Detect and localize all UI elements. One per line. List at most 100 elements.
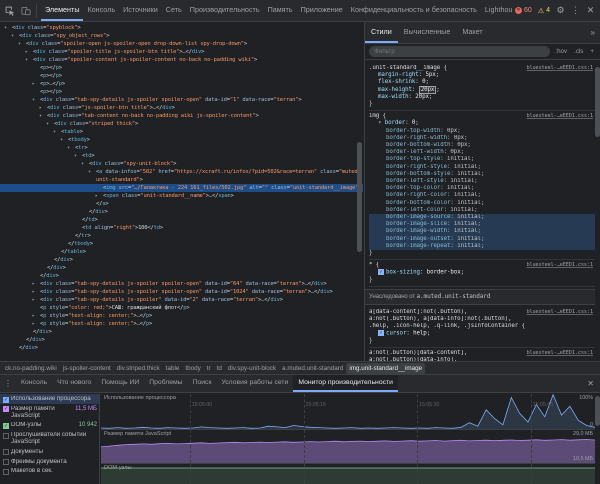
collapse-arrow-icon[interactable]: ▾	[46, 120, 49, 128]
dom-tree-row[interactable]: <p></p>	[0, 88, 363, 96]
dom-tree-row[interactable]: ▾<div class="tab-content no-back no-padd…	[0, 112, 363, 120]
inspect-element-icon[interactable]	[2, 3, 17, 19]
top-tab-консоль[interactable]: Консоль	[83, 0, 119, 21]
dom-tree-row[interactable]: ▸<p style="text-align: center;">…</p>	[0, 312, 363, 320]
dom-tree-row[interactable]: ▸<div class="tab-spy-details js-spoiler"…	[0, 296, 363, 304]
metric-checkbox-checked-icon[interactable]: ✓	[3, 397, 9, 403]
css-source-link[interactable]: bluesteel-…eEED1.css:1	[526, 113, 595, 120]
css-property[interactable]: border-right-width: 0px;	[369, 135, 595, 142]
styles-tab-стили[interactable]: Стили	[365, 22, 398, 43]
metric-checkbox-checked-icon[interactable]: ✓	[3, 423, 9, 429]
metric-checkbox-icon[interactable]	[3, 449, 9, 455]
expand-arrow-icon[interactable]: ▸	[32, 296, 35, 304]
kebab-menu-icon[interactable]: ⋮	[568, 3, 583, 19]
css-property[interactable]: border-image-outset: initial;	[369, 236, 595, 243]
expand-arrow-icon[interactable]: ▸	[95, 192, 98, 200]
dom-tree-row[interactable]: ▾<table>	[0, 128, 363, 136]
css-property[interactable]: border-image-width: initial;	[369, 228, 595, 235]
css-selector[interactable]: * {	[369, 262, 526, 269]
dom-tree-row[interactable]: ▸<div class="spoiler-title js-spoiler-bt…	[0, 48, 363, 56]
drawer-tab-консоль[interactable]: Консоль	[16, 375, 52, 392]
breadcrumb-item[interactable]: tr	[204, 363, 214, 374]
close-devtools-icon[interactable]: ✕	[583, 3, 598, 19]
css-property[interactable]: ✓box-sizing: border-box;	[369, 269, 595, 277]
drawer-tab-поиск[interactable]: Поиск	[188, 375, 217, 392]
top-tab-элементы[interactable]: Элементы	[41, 0, 83, 21]
drawer-kebab-icon[interactable]: ⋮	[0, 375, 16, 392]
dom-tree-row[interactable]: </a>	[0, 200, 363, 208]
css-selector[interactable]: img {	[369, 113, 526, 120]
drawer-tab-помощь-ии[interactable]: Помощь ИИ	[96, 375, 144, 392]
expand-arrow-icon[interactable]: ▸	[39, 104, 42, 112]
collapse-arrow-icon[interactable]: ▾	[88, 168, 91, 176]
top-tab-сеть[interactable]: Сеть	[162, 0, 186, 21]
metric-item-использование-процессора[interactable]: ✓Использование процессора	[0, 394, 99, 404]
more-tabs-icon[interactable]: »	[586, 22, 600, 43]
dom-tree-row[interactable]: </div>	[0, 256, 363, 264]
expand-arrow-icon[interactable]: ▸	[25, 48, 28, 56]
dom-tree-row[interactable]: ▾<tr>	[0, 144, 363, 152]
property-checkbox-icon[interactable]: ✓	[378, 330, 384, 336]
metric-checkbox-icon[interactable]	[3, 469, 9, 475]
css-property[interactable]: border-top-style: initial;	[369, 156, 595, 163]
css-property[interactable]: ✓cursor: help;	[369, 330, 595, 338]
expand-arrow-icon[interactable]: ▸	[32, 320, 35, 328]
metric-item-размер-памяти-javascript[interactable]: ✓Размер памяти JavaScript11,5 МБ	[0, 404, 99, 421]
dom-tree-row[interactable]: </div>	[0, 208, 363, 216]
dom-tree-row[interactable]: ▾<div class="spoiler-open js-spoiler-ope…	[0, 40, 363, 48]
css-selector[interactable]: a:not(.button)[data-content],	[369, 350, 526, 357]
css-source-link[interactable]: bluesteel-…eEED1.css:1	[526, 309, 595, 316]
collapse-arrow-icon[interactable]: ▾	[11, 32, 14, 40]
drawer-scrollbar[interactable]	[595, 396, 600, 426]
collapse-arrow-icon[interactable]: ▾	[67, 144, 70, 152]
top-tab-конфиденциальность-и-безопасность[interactable]: Конфиденциальность и безопасность	[347, 0, 481, 21]
collapse-arrow-icon[interactable]: ▾	[74, 152, 77, 160]
css-property[interactable]: border-right-style: initial;	[369, 164, 595, 171]
dom-tree-row[interactable]: </div>	[0, 272, 363, 280]
collapse-arrow-icon[interactable]: ▾	[39, 112, 42, 120]
dom-tree-row[interactable]: ▾<div class="tab-spy-details js-spoiler …	[0, 96, 363, 104]
css-property[interactable]: border-image-source: initial;	[369, 214, 595, 221]
device-toolbar-icon[interactable]	[18, 3, 33, 19]
css-property[interactable]: flex-shrink: 0;	[369, 79, 595, 86]
css-property[interactable]: border-left-width: 0px;	[369, 149, 595, 156]
drawer-tab-что-нового[interactable]: Что нового	[52, 375, 96, 392]
collapse-arrow-icon[interactable]: ▾	[4, 24, 7, 32]
dom-tree-row[interactable]: ▾<div class="spy-unit-block">	[0, 160, 363, 168]
dom-tree-row[interactable]: ▾<div class="spoiler-content js-spoiler-…	[0, 56, 363, 64]
expand-arrow-icon[interactable]: ▸	[32, 288, 35, 296]
css-property[interactable]: border-bottom-color: initial;	[369, 200, 595, 207]
dom-tree-row[interactable]: </div>	[0, 336, 363, 344]
styles-filter-input[interactable]	[369, 46, 550, 57]
css-selector[interactable]: a:not(.button), a[data-info]:not(.button…	[369, 316, 595, 323]
dom-tree-row[interactable]: </div>	[0, 264, 363, 272]
dom-tree-row[interactable]: ▸<span class="unit-standard__name">…</sp…	[0, 192, 363, 200]
error-badge[interactable]: ✕ 60	[512, 7, 535, 14]
breadcrumb-item[interactable]: tbody	[182, 363, 203, 374]
expand-arrow-icon[interactable]: ▸	[32, 312, 35, 320]
top-tab-lighthouse[interactable]: Lighthouse	[481, 0, 512, 21]
metric-item-фреймы-документа[interactable]: Фреймы документа	[0, 457, 99, 467]
styles-toolbar-button-[interactable]: +	[588, 48, 596, 55]
css-property[interactable]: border-bottom-style: initial;	[369, 171, 595, 178]
css-property[interactable]: border-top-color: initial;	[369, 185, 595, 192]
css-selector[interactable]: .unit-standard__image {	[369, 65, 526, 72]
collapse-arrow-icon[interactable]: ▾	[25, 56, 28, 64]
css-source-link[interactable]: bluesteel-…eEED1.css:1	[526, 350, 595, 357]
css-property[interactable]: max-height: 20px;	[369, 87, 595, 94]
dom-tree-row[interactable]: ▾<div class="striped thick">	[0, 120, 363, 128]
css-property[interactable]: border-left-color: initial;	[369, 207, 595, 214]
dom-tree-row[interactable]: </td>	[0, 216, 363, 224]
shorthand-expand-icon[interactable]: ▾	[378, 120, 385, 126]
breadcrumb-item[interactable]: table	[163, 363, 183, 374]
dom-tree-row[interactable]: ▸<p>…</p>	[0, 80, 363, 88]
dom-tree-row[interactable]: </div>	[0, 328, 363, 336]
styles-tab-макет[interactable]: Макет	[456, 22, 488, 43]
styles-scrollbar[interactable]	[595, 67, 600, 137]
top-tab-источники[interactable]: Источники	[119, 0, 162, 21]
expand-arrow-icon[interactable]: ▸	[32, 80, 35, 88]
css-property[interactable]: border-bottom-width: 0px;	[369, 142, 595, 149]
top-tab-память[interactable]: Память	[264, 0, 297, 21]
css-property[interactable]: border-image-repeat: initial;	[369, 243, 595, 250]
expand-arrow-icon[interactable]: ▸	[32, 280, 35, 288]
